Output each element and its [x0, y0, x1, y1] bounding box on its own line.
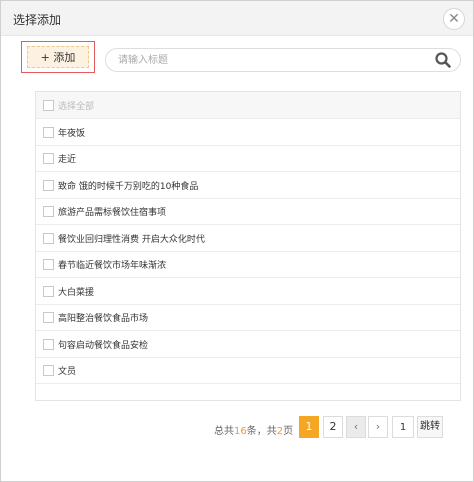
pagination-summary: 总共16条，共2页 — [214, 422, 293, 437]
list-item[interactable]: 高阳整治餐饮食品市场 — [36, 304, 460, 331]
item-label: 餐饮业回归理性消费 开启大众化时代 — [58, 235, 205, 245]
list-item[interactable]: 致命 饿的时候千万别吃的10种食品 — [36, 172, 460, 199]
item-checkbox[interactable] — [43, 180, 54, 191]
item-label: 春节临近餐饮市场年味渐浓 — [58, 261, 167, 271]
list-item[interactable]: 文员 — [36, 357, 460, 384]
list-item[interactable]: 年夜饭 — [36, 119, 460, 146]
dialog-titlebar: 选择添加 ✕ — [1, 1, 473, 36]
item-label: 走近 — [58, 155, 77, 165]
select-add-dialog: 选择添加 ✕ + 添加 选择全部 年夜饭 走近 致命 饿的时候千万别吃的10种食… — [0, 0, 474, 482]
item-checkbox[interactable] — [43, 259, 54, 270]
item-checkbox[interactable] — [43, 365, 54, 376]
item-checkbox[interactable] — [43, 339, 54, 350]
dialog-title: 选择添加 — [13, 13, 62, 27]
page-button-2[interactable]: 2 — [323, 416, 343, 438]
list-item[interactable]: 餐饮业回归理性消费 开启大众化时代 — [36, 225, 460, 252]
chevron-left-icon[interactable]: ‹ — [346, 416, 366, 438]
search-icon[interactable] — [434, 51, 452, 69]
list-item[interactable]: 大白菜援 — [36, 278, 460, 305]
summary-prefix: 总共 — [214, 426, 234, 437]
item-checkbox[interactable] — [43, 127, 54, 138]
item-list: 选择全部 年夜饭 走近 致命 饿的时候千万别吃的10种食品 旅游产品需标餐饮住宿… — [35, 91, 461, 401]
search-box — [105, 48, 461, 72]
add-button[interactable]: + 添加 — [27, 46, 89, 68]
jump-button[interactable]: 跳转 — [417, 416, 443, 438]
item-checkbox[interactable] — [43, 206, 54, 217]
item-checkbox[interactable] — [43, 153, 54, 164]
total-items: 16 — [234, 426, 247, 437]
item-label: 旅游产品需标餐饮住宿事项 — [58, 208, 167, 218]
item-label: 大白菜援 — [58, 288, 95, 298]
item-label: 致命 饿的时候千万别吃的10种食品 — [58, 182, 199, 192]
item-label: 句容启动餐饮食品安检 — [58, 341, 149, 351]
chevron-right-icon[interactable]: › — [368, 416, 388, 438]
list-item[interactable]: 句容启动餐饮食品安检 — [36, 331, 460, 358]
select-all-label: 选择全部 — [58, 102, 95, 112]
item-label: 文员 — [58, 367, 77, 377]
item-checkbox[interactable] — [43, 312, 54, 323]
item-checkbox[interactable] — [43, 286, 54, 297]
jump-page-input[interactable] — [392, 416, 414, 438]
item-label: 年夜饭 — [58, 129, 86, 139]
list-item[interactable]: 旅游产品需标餐饮住宿事项 — [36, 198, 460, 225]
search-input[interactable] — [118, 52, 418, 68]
select-all-checkbox[interactable] — [43, 100, 54, 111]
item-label: 高阳整治餐饮食品市场 — [58, 314, 149, 324]
add-button-highlight: + 添加 — [21, 41, 95, 73]
page-button-1[interactable]: 1 — [299, 416, 319, 438]
summary-suffix: 页 — [283, 426, 294, 437]
summary-mid: 条，共 — [246, 426, 277, 437]
list-item[interactable]: 春节临近餐饮市场年味渐浓 — [36, 251, 460, 278]
list-item[interactable]: 走近 — [36, 145, 460, 172]
item-checkbox[interactable] — [43, 233, 54, 244]
close-icon[interactable]: ✕ — [443, 8, 465, 30]
select-all-row[interactable]: 选择全部 — [36, 92, 460, 119]
